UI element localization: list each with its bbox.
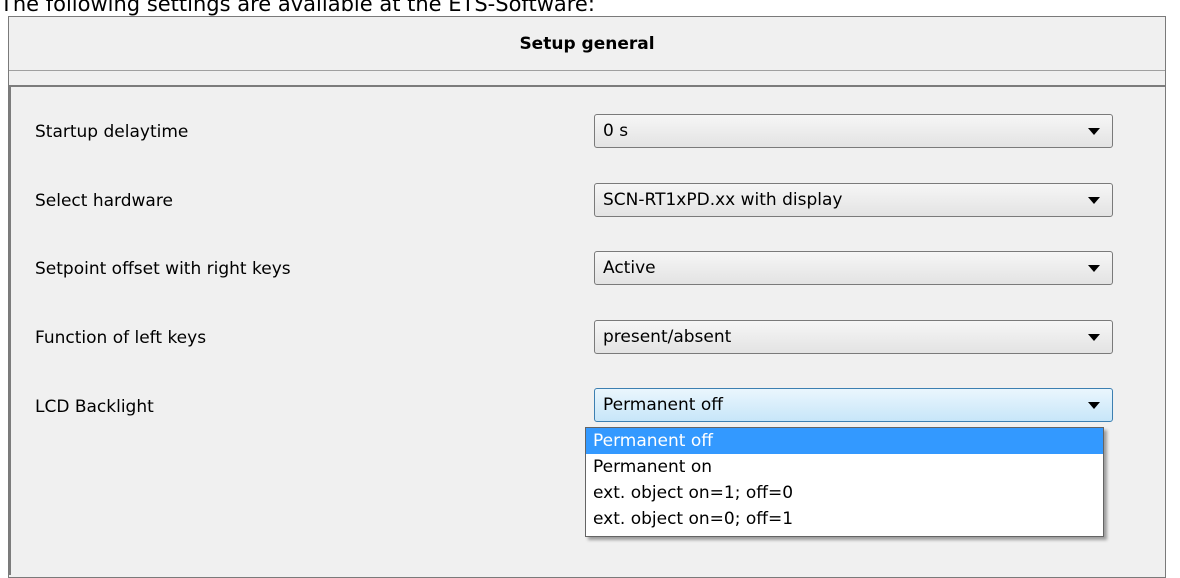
dropdown-option-ext-object-on0[interactable]: ext. object on=0; off=1 [586,506,1103,532]
chevron-down-icon[interactable] [1088,402,1100,409]
setpoint-offset-label: Setpoint offset with right keys [35,259,291,279]
lcd-backlight-dropdown-list: Permanent off Permanent on ext. object o… [585,427,1104,537]
dropdown-option-permanent-off[interactable]: Permanent off [586,428,1103,454]
startup-delaytime-label: Startup delaytime [35,122,189,142]
page-title: Setup general [519,33,655,54]
select-value: Permanent off [603,395,723,415]
chevron-down-icon[interactable] [1088,265,1100,272]
lcd-backlight-label: LCD Backlight [35,397,154,417]
select-value: present/absent [603,327,732,347]
dropdown-option-permanent-on[interactable]: Permanent on [586,454,1103,480]
setpoint-offset-select[interactable]: Active [594,251,1113,285]
select-value: SCN-RT1xPD.xx with display [603,190,843,210]
select-value: Active [603,258,656,278]
select-value: 0 s [603,121,629,141]
chevron-down-icon[interactable] [1088,334,1100,341]
select-hardware-label: Select hardware [35,191,173,211]
dropdown-option-ext-object-on1[interactable]: ext. object on=1; off=0 [586,480,1103,506]
chevron-down-icon[interactable] [1088,197,1100,204]
startup-delaytime-select[interactable]: 0 s [594,114,1113,148]
lcd-backlight-select[interactable]: Permanent off [594,388,1113,422]
chevron-down-icon[interactable] [1088,128,1100,135]
page-header: Setup general [9,17,1165,71]
function-left-keys-select[interactable]: present/absent [594,320,1113,354]
select-hardware-select[interactable]: SCN-RT1xPD.xx with display [594,183,1113,217]
function-left-keys-label: Function of left keys [35,328,207,348]
